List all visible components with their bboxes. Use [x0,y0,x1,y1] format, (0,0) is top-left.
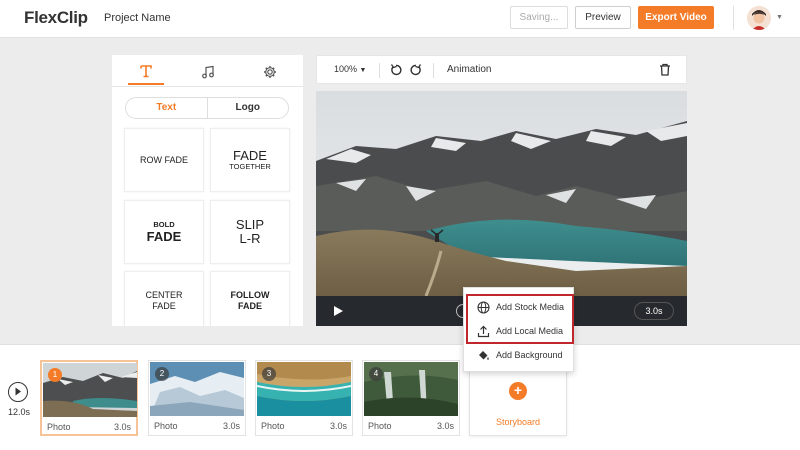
card-title: FADE [233,147,267,163]
text-template-bold-fade[interactable]: BOLD FADE [124,200,204,264]
top-bar: FlexClip Project Name Saving... Preview … [0,0,800,38]
text-segment[interactable]: Text [126,98,208,118]
storyboard: 12.0s 1 Photo 3.0s 2 Photo 3.0s 3 Photo … [0,344,800,450]
play-icon [15,387,21,396]
tab-music[interactable] [190,59,226,85]
trash-icon[interactable] [659,63,671,76]
text-template-row-fade[interactable]: ROW FADE [124,128,204,192]
card-subtitle: L-R [239,231,261,246]
tab-text[interactable] [128,59,164,85]
saving-button: Saving... [510,6,568,29]
card-title: BOLD [153,220,175,229]
avatar[interactable] [747,6,771,30]
clip-type: Photo [154,421,178,431]
storyboard-clip[interactable]: 2 Photo 3.0s [148,360,246,436]
card-subtitle: FADE [146,229,182,244]
logo-text: FlexClip [24,8,88,27]
clip-type: Photo [261,421,285,431]
toolbar-divider [379,63,380,78]
animation-button[interactable]: Animation [447,64,491,75]
plus-icon[interactable]: + [509,382,527,400]
panel-tabs [112,55,303,87]
clip-duration: 3.0s [222,421,240,431]
card-subtitle: TOGETHER [229,161,271,171]
card-title: ROW FADE [139,155,188,165]
flexclip-logo[interactable]: FlexClip [24,8,88,28]
zoom-dropdown[interactable]: 100% ▼ [334,64,366,74]
play-icon[interactable] [332,305,344,317]
project-name[interactable]: Project Name [104,12,171,24]
text-template-center-fade[interactable]: CENTER FADE [124,271,204,326]
menu-item-label: Add Background [496,350,563,360]
storyboard-clip[interactable]: 3 Photo 3.0s [255,360,353,436]
clip-duration: 3.0s [113,422,131,432]
gear-icon [264,66,276,78]
total-duration: 12.0s [8,407,31,417]
zoom-value: 100% [334,64,358,74]
editor-toolbar: 100% ▼ Animation [316,55,687,84]
clip-duration: 3.0s [329,421,347,431]
clip-type: Photo [368,421,392,431]
clip-number: 4 [369,367,383,381]
selection-highlight [466,294,574,344]
card-title: CENTER [145,290,183,300]
paint-bucket-icon [476,348,490,362]
text-template-fade-together[interactable]: FADE TOGETHER [210,128,290,192]
text-logo-toggle: Text Logo [125,97,289,119]
preview-button[interactable]: Preview [575,6,631,29]
text-template-slip-lr[interactable]: SLIP L-R [210,200,290,264]
text-template-follow-fade[interactable]: FOLLOW FADE [210,271,290,326]
clip-duration: 3.0s [436,421,454,431]
redo-icon[interactable] [409,63,423,77]
export-video-button[interactable]: Export Video [638,6,714,29]
play-all-button[interactable] [8,382,28,402]
tab-settings[interactable] [252,59,288,85]
clip-number: 1 [48,368,62,382]
clip-type: Photo [47,422,71,432]
logo-segment[interactable]: Logo [208,98,289,118]
storyboard-clip[interactable]: 4 Photo 3.0s [362,360,460,436]
preview-image [316,91,687,296]
card-subtitle: FADE [152,301,176,311]
left-panel: Text Logo ROW FADE FADE TOGETHER BOLD FA… [112,55,303,326]
card-subtitle: FADE [237,301,262,311]
clip-number: 3 [262,367,276,381]
undo-icon[interactable] [389,63,403,77]
text-icon [140,65,152,78]
storyboard-clip[interactable]: 1 Photo 3.0s [40,360,138,436]
duration-badge: 3.0s [634,302,674,320]
header-divider [733,6,734,30]
chevron-down-icon: ▼ [359,67,367,74]
music-icon [202,65,214,79]
toolbar-divider [433,63,434,78]
menu-item-add-background[interactable]: Add Background [464,344,573,366]
card-title: FOLLOW [230,290,270,300]
chevron-down-icon[interactable]: ▼ [776,14,783,21]
clip-number: 2 [155,367,169,381]
storyboard-label: Storyboard [495,417,541,427]
card-title: SLIP [235,217,265,232]
